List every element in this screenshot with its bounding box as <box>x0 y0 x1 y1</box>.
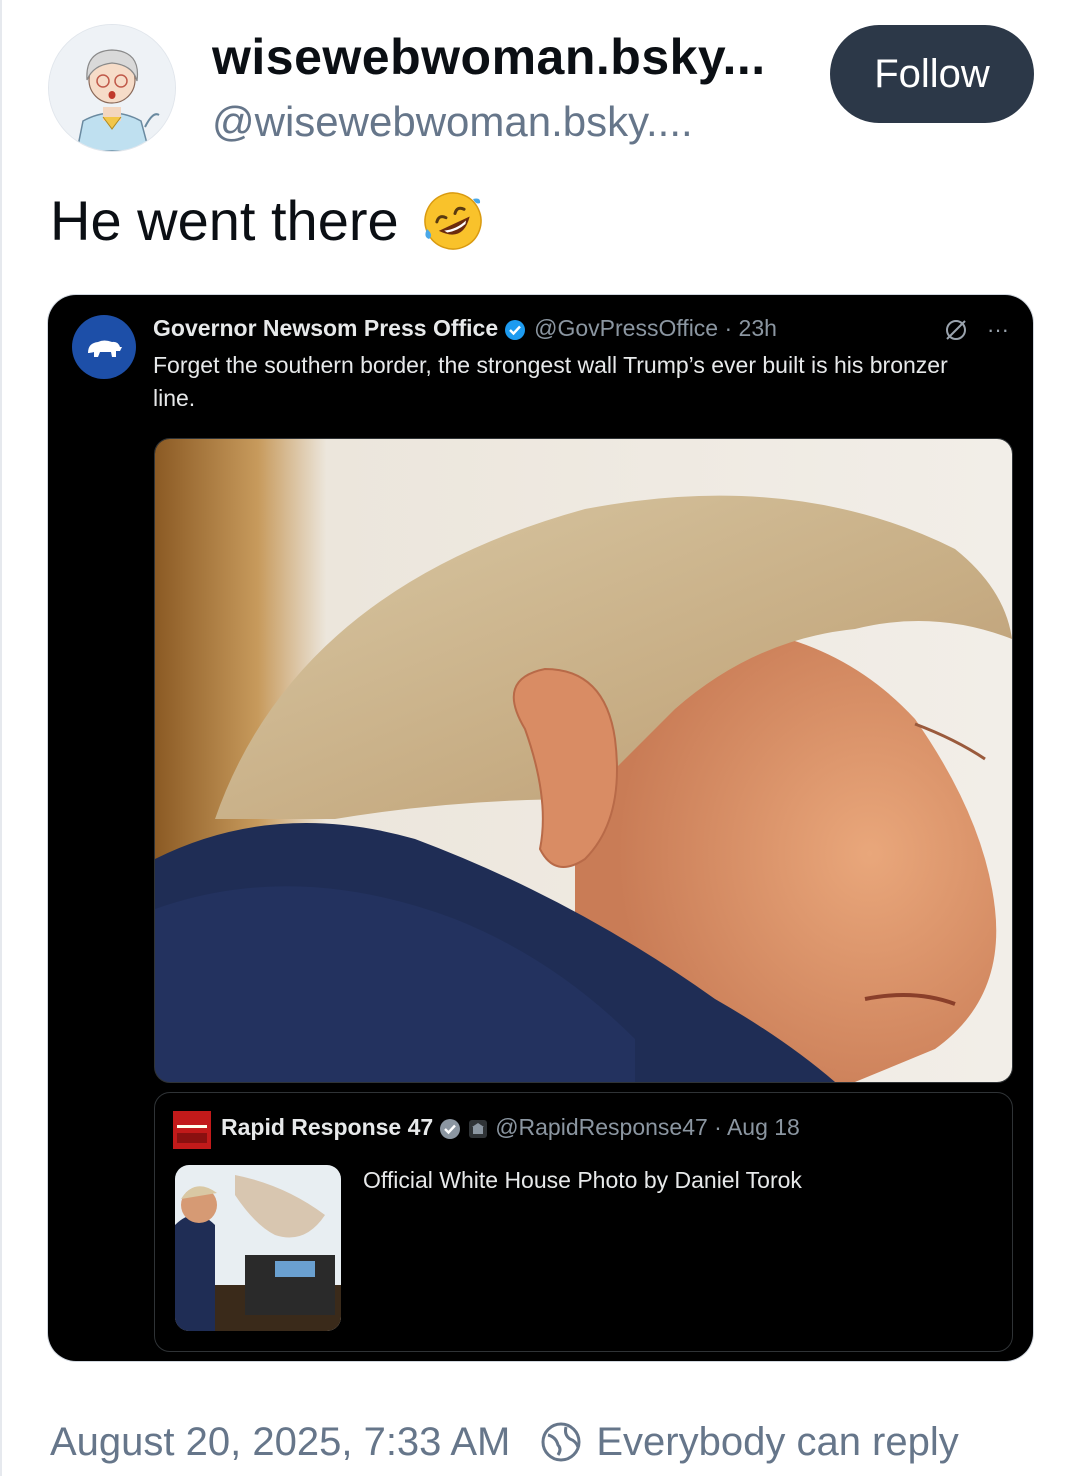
author-handle[interactable]: @wisewebwoman.bsky.... <box>212 98 802 146</box>
gov-author-name: Governor Newsom Press Office <box>153 315 499 341</box>
post-timestamp[interactable]: August 20, 2025, 7:33 AM <box>50 1420 510 1465</box>
more-options-icon: ··· <box>987 317 1009 342</box>
grok-icon <box>946 320 967 340</box>
gov-tweet-text: Forget the southern border, the stronges… <box>153 352 948 411</box>
government-affiliation-icon <box>469 1119 488 1138</box>
rapid-response-logo <box>173 1111 211 1149</box>
quoted-handle-time: @RapidResponse47 · Aug 18 <box>495 1114 800 1140</box>
post-footer: August 20, 2025, 7:33 AM Everybody can r… <box>50 1414 959 1470</box>
bear-icon <box>88 340 122 357</box>
quoted-author-line: Rapid Response 47 @RapidResponse47 · Aug … <box>221 1114 800 1141</box>
follow-button[interactable]: Follow <box>830 25 1034 123</box>
gov-author-line: Governor Newsom Press Office @GovPressOff… <box>153 315 777 342</box>
globe-icon <box>541 1422 581 1462</box>
tweet-photo <box>154 438 1013 1083</box>
author-display-name[interactable]: wisewebwoman.bsky... <box>212 28 802 86</box>
author-avatar[interactable] <box>48 24 176 152</box>
gov-handle-time: @GovPressOffice · 23h <box>534 315 777 341</box>
gov-avatar <box>72 315 136 379</box>
quoted-author-name: Rapid Response 47 <box>221 1114 434 1140</box>
verified-badge-icon <box>440 1118 461 1139</box>
left-border <box>0 0 2 1476</box>
reply-setting: Everybody can reply <box>596 1419 959 1464</box>
quoted-thumbnail <box>175 1165 341 1331</box>
quoted-tweet[interactable]: Rapid Response 47 @RapidResponse47 · Aug … <box>154 1092 1013 1352</box>
quoted-tweet-text: Official White House Photo by Daniel Tor… <box>363 1167 802 1193</box>
verified-badge-icon <box>505 319 526 340</box>
embedded-screenshot[interactable]: Governor Newsom Press Office @GovPressOff… <box>48 295 1033 1361</box>
rolling-laughing-emoji-icon <box>423 191 482 250</box>
post-text: He went there <box>50 189 399 252</box>
gov-actions: ··· <box>943 317 1009 343</box>
post-body: He went there <box>50 188 485 253</box>
